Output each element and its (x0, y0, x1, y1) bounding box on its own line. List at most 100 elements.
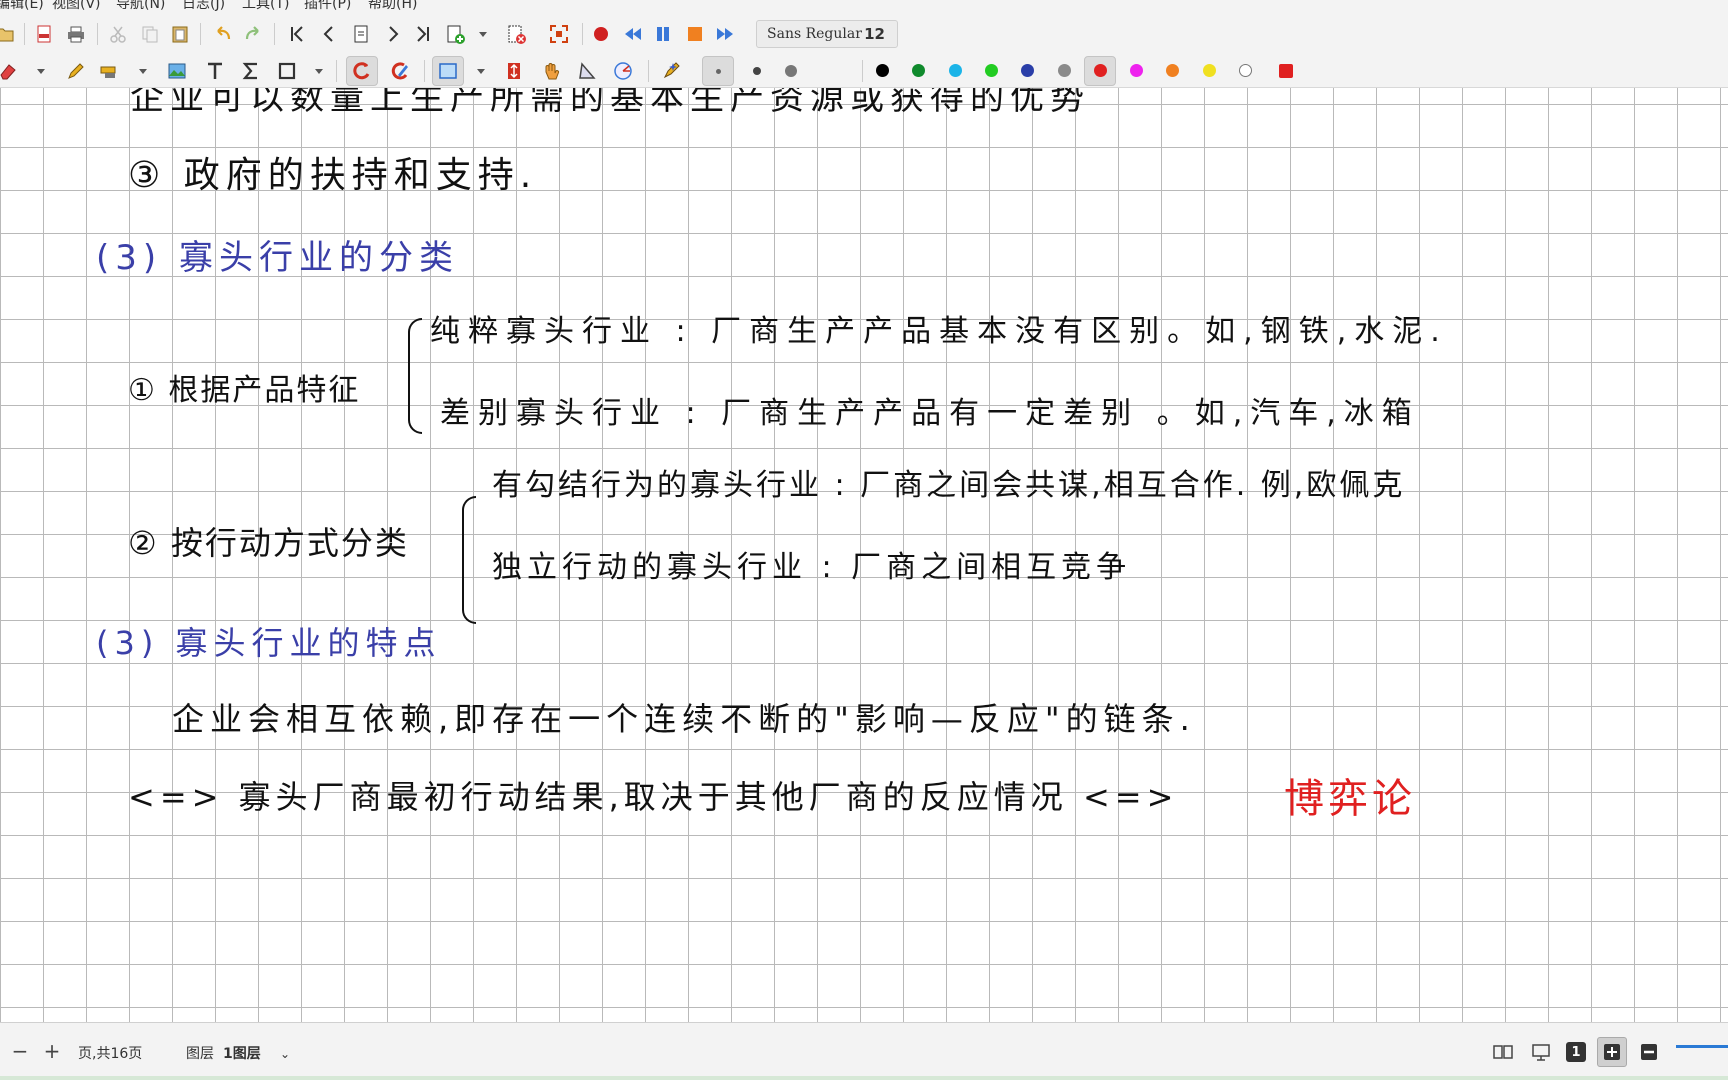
page-decrease-button[interactable]: − (8, 1039, 32, 1063)
delete-page-icon[interactable] (505, 23, 527, 45)
menu-tools[interactable]: 工具(T) (242, 0, 289, 13)
page-number-badge-label: 1 (1566, 1042, 1586, 1062)
undo-icon[interactable] (212, 23, 234, 45)
stop-icon[interactable] (684, 23, 706, 45)
menu-help[interactable]: 帮助(H) (368, 0, 417, 13)
text-tool-icon[interactable] (204, 60, 226, 82)
toolbar-separator (200, 23, 201, 45)
color-swatch[interactable] (1239, 64, 1252, 77)
select-rectangle-icon[interactable] (437, 60, 459, 82)
record-icon[interactable] (590, 23, 612, 45)
color-swatch[interactable] (1166, 64, 1179, 77)
note-game-theory: 博弈论 (1284, 776, 1416, 822)
first-page-icon[interactable] (286, 23, 308, 45)
tools-toolbar (0, 54, 1728, 88)
presentation-icon[interactable] (1528, 1039, 1554, 1065)
fast-forward-icon[interactable] (714, 23, 736, 45)
brace-item1 (408, 318, 422, 434)
shape-recognizer-icon[interactable] (351, 60, 373, 82)
previous-page-icon[interactable] (318, 23, 340, 45)
print-icon[interactable] (65, 23, 87, 45)
note-heading-classification: (3) 寡头行业的分类 (96, 238, 459, 278)
size-thick-icon[interactable] (785, 65, 797, 77)
layer-selector[interactable]: 1图层 (223, 1043, 261, 1063)
zoom-fit-icon[interactable] (1597, 1037, 1627, 1067)
pause-icon[interactable] (652, 23, 674, 45)
custom-color-icon[interactable] (1275, 60, 1297, 82)
cut-icon[interactable] (107, 23, 129, 45)
color-swatch[interactable] (949, 64, 962, 77)
size-medium-icon[interactable] (753, 67, 761, 75)
insert-page-dropdown[interactable] (478, 23, 488, 45)
image-icon[interactable] (166, 60, 188, 82)
rewind-icon[interactable] (622, 23, 644, 45)
chevron-down-icon[interactable]: ⌄ (280, 1047, 290, 1061)
note-item2-independent: 独立行动的寡头行业 : 厂商之间相互竞争 (492, 550, 1132, 585)
menu-journal[interactable]: 日志(J) (182, 0, 225, 13)
goto-page-icon[interactable] (350, 23, 372, 45)
eraser-dropdown[interactable] (36, 60, 46, 82)
compass-icon[interactable] (612, 60, 634, 82)
toolbar-separator (274, 23, 275, 45)
fill-icon[interactable] (829, 60, 851, 82)
zoom-slider[interactable] (1676, 1045, 1728, 1048)
highlighter-icon[interactable] (98, 60, 120, 82)
color-swatch[interactable] (1130, 64, 1143, 77)
toolbar-separator (862, 60, 863, 82)
note-features-line: 企业会相互依赖,即存在一个连续不断的"影响—反应"的链条. (172, 700, 1196, 738)
note-line-government: ③ 政府的扶持和支持. (128, 155, 538, 196)
toolbar-separator (648, 60, 649, 82)
toolbar-separator (582, 23, 583, 45)
menu-plugins[interactable]: 插件(P) (304, 0, 351, 13)
redo-icon[interactable] (242, 23, 264, 45)
page-increase-button[interactable]: + (40, 1039, 64, 1063)
toolbar-separator (336, 60, 337, 82)
menu-view[interactable]: 视图(V) (52, 0, 101, 13)
shape-dropdown[interactable] (314, 60, 324, 82)
window-bottom-edge (0, 1076, 1728, 1080)
xournal-window: 编辑(E) 视图(V) 导航(N) 日志(J) 工具(T) 插件(P) 帮助(H… (0, 0, 1728, 1080)
dual-page-icon[interactable] (1490, 1039, 1516, 1065)
open-icon[interactable] (0, 23, 16, 45)
pen-ruler-icon[interactable] (389, 60, 411, 82)
default-tool-icon[interactable] (660, 60, 682, 82)
color-swatch[interactable] (876, 64, 889, 77)
paste-icon[interactable] (169, 23, 191, 45)
select-dropdown[interactable] (476, 60, 486, 82)
color-swatch[interactable] (1203, 64, 1216, 77)
zoom-out-icon[interactable] (1636, 1039, 1662, 1065)
insert-page-icon[interactable] (444, 23, 466, 45)
brace-item2 (462, 496, 476, 624)
last-page-icon[interactable] (412, 23, 434, 45)
hand-icon[interactable] (540, 60, 562, 82)
vertical-space-icon[interactable] (503, 60, 525, 82)
next-page-icon[interactable] (382, 23, 404, 45)
color-swatch[interactable] (912, 64, 925, 77)
page-count-label: 页,共16页 (78, 1046, 143, 1062)
menu-edit[interactable]: 编辑(E) (0, 0, 44, 13)
fullscreen-icon[interactable] (548, 23, 570, 45)
pen-icon[interactable] (64, 60, 86, 82)
menu-bar: 编辑(E) 视图(V) 导航(N) 日志(J) 工具(T) 插件(P) 帮助(H… (0, 0, 1728, 14)
menu-navigate[interactable]: 导航(N) (116, 0, 165, 13)
color-swatch[interactable] (1021, 64, 1034, 77)
eraser-icon[interactable] (0, 60, 18, 82)
export-pdf-icon[interactable] (33, 23, 55, 45)
note-item2-label: ② 按行动方式分类 (128, 524, 409, 562)
math-tex-icon[interactable] (240, 60, 262, 82)
setsquare-icon[interactable] (576, 60, 598, 82)
toolbar-separator (97, 23, 98, 45)
note-page[interactable]: 企业可以数量上生产所需的基本生产资源或获得的优势 ③ 政府的扶持和支持. (3)… (0, 88, 1728, 1022)
color-swatch[interactable] (1094, 64, 1107, 77)
copy-icon[interactable] (139, 23, 161, 45)
highlighter-dropdown[interactable] (138, 60, 148, 82)
shape-rectangle-icon[interactable] (276, 60, 298, 82)
font-selector-button[interactable]: Sans Regular 12 (756, 20, 898, 48)
color-swatch[interactable] (1058, 64, 1071, 77)
page-number-badge[interactable]: 1 (1563, 1039, 1589, 1065)
size-fine-icon[interactable] (716, 69, 721, 74)
toolbar-separator (424, 60, 425, 82)
status-bar: − + 页,共16页 图层 1图层 ⌄ 1 (0, 1022, 1728, 1080)
color-swatch[interactable] (985, 64, 998, 77)
main-toolbar: Sans Regular 12 (0, 14, 1728, 54)
